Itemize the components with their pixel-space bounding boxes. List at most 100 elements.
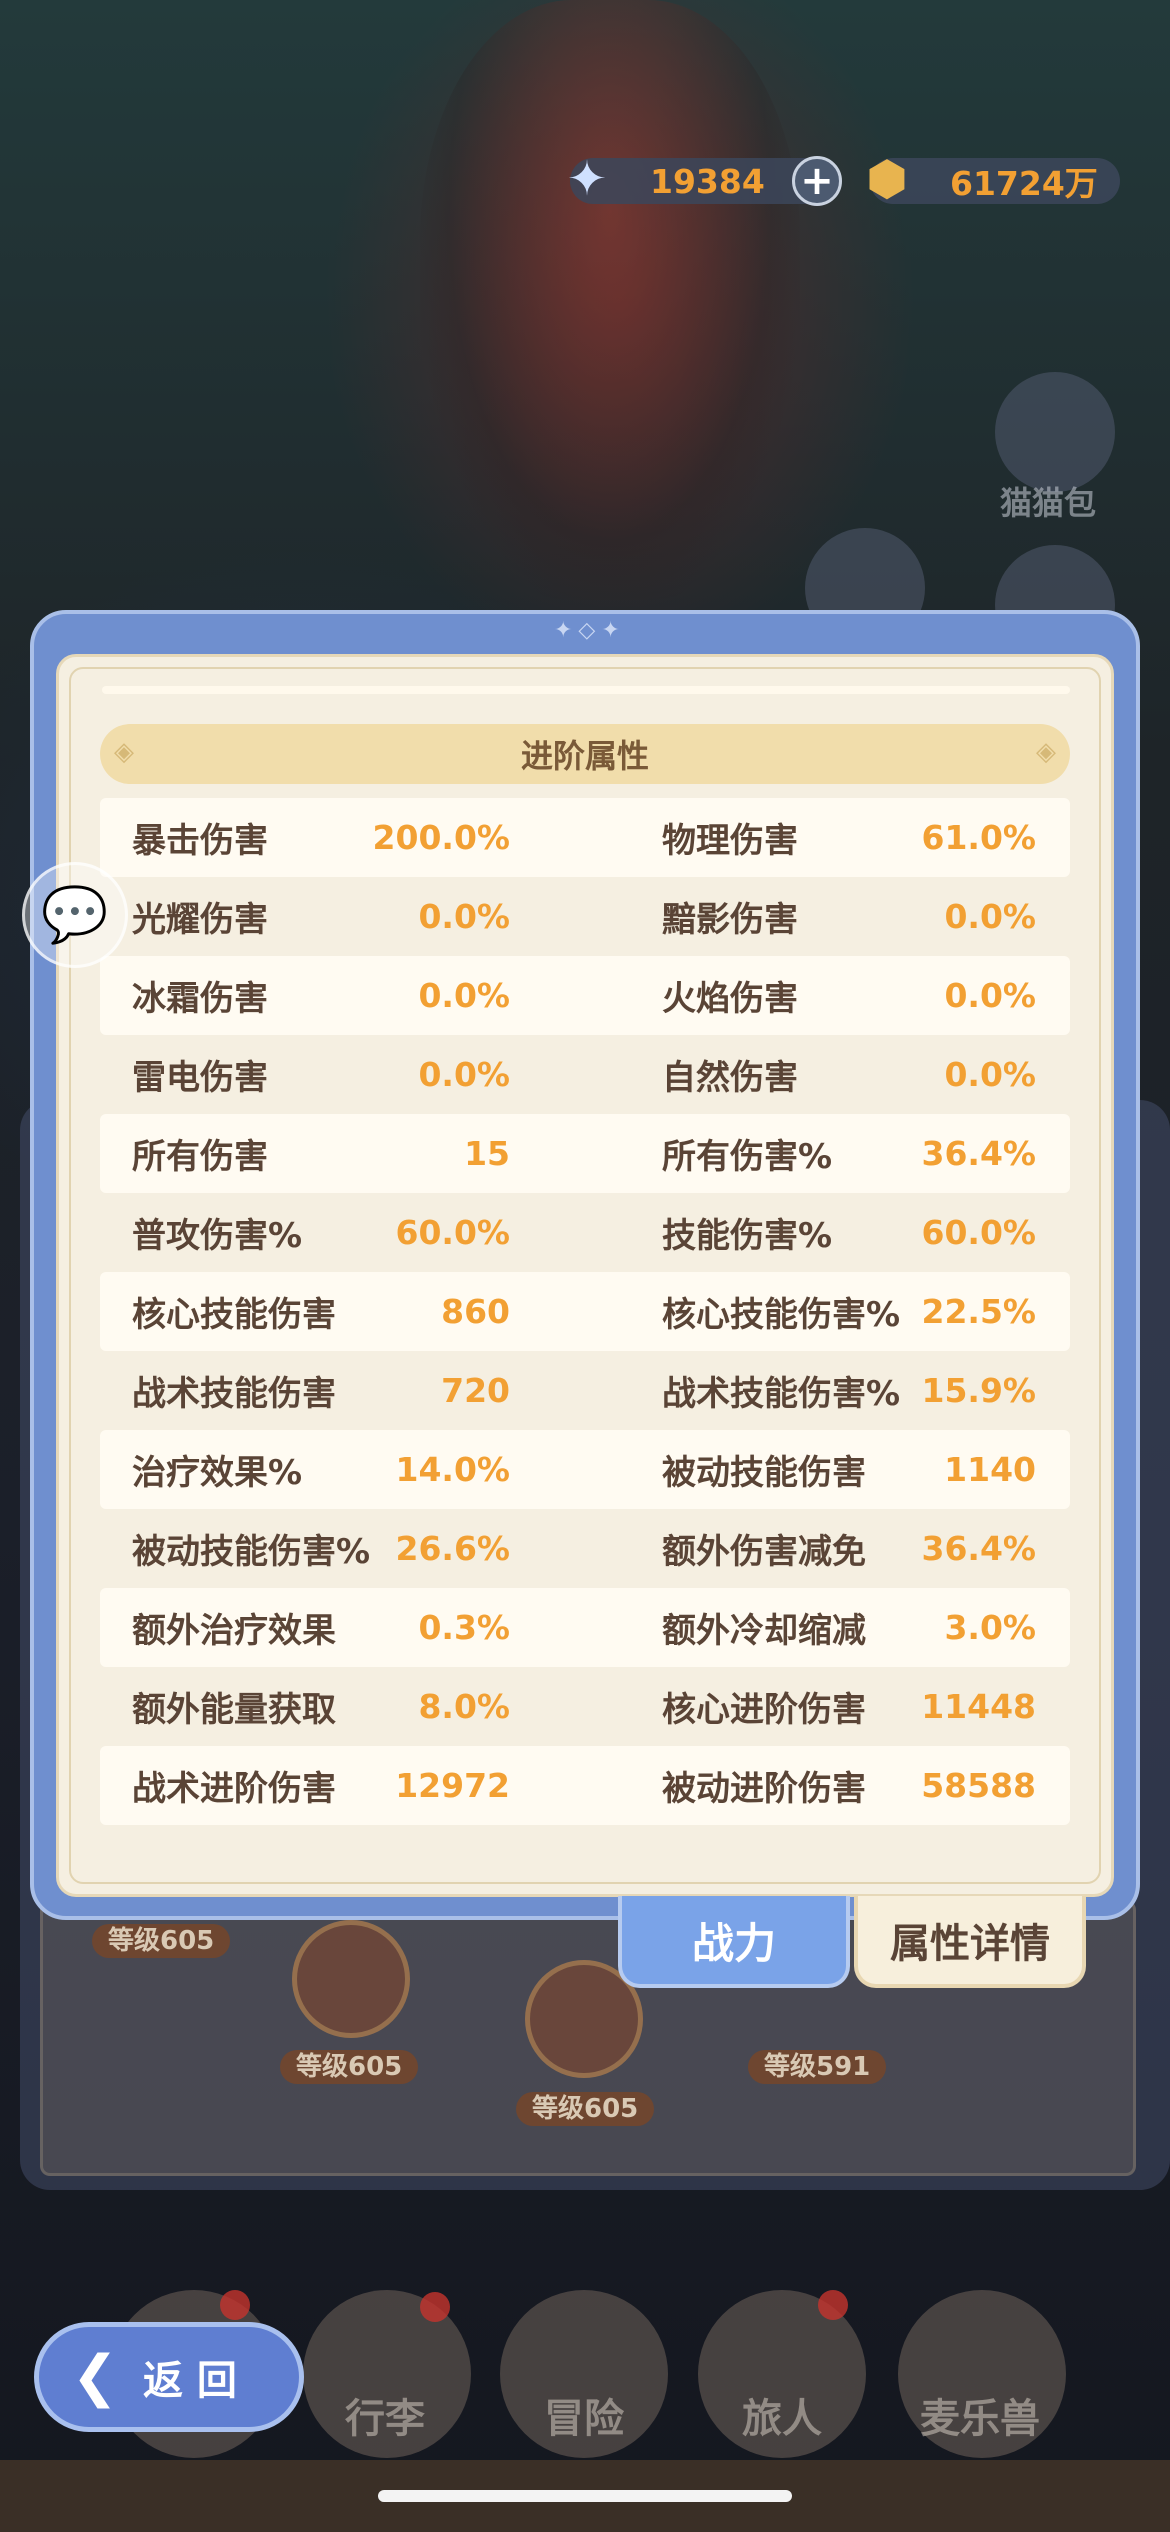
tab-power-label: 战力 [691, 1918, 776, 1968]
stat-label: 黯影伤害 [662, 900, 798, 940]
back-label: 返 回 [143, 2358, 237, 2404]
stat-value: 0.0% [418, 976, 510, 1015]
skill-orb[interactable] [292, 1920, 410, 2038]
character-sprite [420, 0, 800, 600]
stat-row: 暴击伤害 200.0% 物理伤害 61.0% [100, 798, 1070, 877]
stat-value: 200.0% [372, 818, 510, 857]
back-arrow-icon: ❮ [71, 2344, 119, 2409]
gold-coin-icon: ⬢ [866, 151, 908, 207]
stat-row: 额外治疗效果 0.3% 额外冷却缩减 3.0% [100, 1588, 1070, 1667]
gem-counter: ✦ 19384 + [567, 151, 842, 207]
stat-row: 战术进阶伤害 12972 被动进阶伤害 58588 [100, 1746, 1070, 1825]
stat-label: 被动技能伤害 [662, 1453, 866, 1493]
stat-value: 14.0% [395, 1450, 511, 1489]
stat-row: 治疗效果% 14.0% 被动技能伤害 1140 [100, 1430, 1070, 1509]
stat-label: 核心技能伤害% [662, 1295, 901, 1335]
stat-row: 雷电伤害 0.0% 自然伤害 0.0% [100, 1035, 1070, 1114]
stat-row: 所有伤害 15 所有伤害% 36.4% [100, 1114, 1070, 1193]
ornament-icon: ✦◇✦ [554, 618, 626, 643]
stat-value: 60.0% [921, 1213, 1037, 1252]
stat-label: 战术技能伤害 [132, 1374, 336, 1414]
nav-label-adventure: 冒险 [544, 2396, 624, 2442]
stat-value: 1140 [944, 1450, 1036, 1489]
back-button[interactable]: ❮ 返 回 [34, 2322, 304, 2432]
tab-power[interactable]: 战力 [618, 1896, 850, 1988]
gem-icon: ✦ [566, 151, 608, 207]
stat-label: 技能伤害% [662, 1216, 833, 1256]
diamond-icon: ◈ [114, 737, 134, 767]
stat-value: 58588 [921, 1766, 1036, 1805]
stat-value: 0.0% [418, 897, 510, 936]
level-badge: 等级605 [92, 1924, 231, 1958]
stat-value: 15.9% [921, 1371, 1037, 1410]
stat-label: 治疗效果% [132, 1453, 303, 1493]
nav-label-luggage: 行李 [345, 2396, 425, 2442]
stat-value: 0.0% [418, 1055, 510, 1094]
stat-label: 战术进阶伤害 [132, 1769, 336, 1809]
nav-label-traveler: 旅人 [742, 2396, 822, 2442]
stat-value: 0.3% [418, 1608, 510, 1647]
stat-value: 61.0% [921, 818, 1037, 857]
stat-value: 11448 [921, 1687, 1036, 1726]
stat-label: 雷电伤害 [132, 1058, 268, 1098]
stat-row: 核心技能伤害 860 核心技能伤害% 22.5% [100, 1272, 1070, 1351]
stat-label: 被动技能伤害% [132, 1532, 371, 1572]
advanced-stats-table: 暴击伤害 200.0% 物理伤害 61.0% 光耀伤害 0.0% 黯影伤害 0.0% 冰霜伤害 0… [100, 798, 1070, 1825]
stat-label: 火焰伤害 [662, 979, 798, 1019]
stat-value: 60.0% [395, 1213, 511, 1252]
stat-row: 战术技能伤害 720 战术技能伤害% 15.9% [100, 1351, 1070, 1430]
gold-counter: ⬢ 61724万 [866, 151, 1120, 207]
stat-label: 战术技能伤害% [662, 1374, 901, 1414]
stat-value: 8.0% [418, 1687, 510, 1726]
cat-bag-button[interactable] [995, 372, 1115, 492]
stat-value: 720 [441, 1371, 510, 1410]
notification-dot [818, 2290, 848, 2320]
stat-row: 普攻伤害% 60.0% 技能伤害% 60.0% [100, 1193, 1070, 1272]
stat-label: 额外能量获取 [132, 1690, 336, 1730]
section-title: 进阶属性 [520, 737, 649, 775]
stat-row: 冰霜伤害 0.0% 火焰伤害 0.0% [100, 956, 1070, 1035]
cat-bag-label: 猫猫包 [1000, 484, 1097, 522]
stat-value: 0.0% [944, 1055, 1036, 1094]
stat-value: 36.4% [921, 1529, 1037, 1568]
stat-label: 自然伤害 [662, 1058, 798, 1098]
stat-value: 860 [441, 1292, 510, 1331]
chat-button[interactable]: 💬 [22, 862, 128, 968]
tab-attr-detail-label: 属性详情 [890, 1921, 1050, 1967]
stat-value: 0.0% [944, 976, 1036, 1015]
stat-row: 被动技能伤害% 26.6% 额外伤害减免 36.4% [100, 1509, 1070, 1588]
stat-label: 光耀伤害 [132, 900, 268, 940]
chat-bubble-icon: 💬 [41, 883, 109, 946]
divider [102, 686, 1070, 694]
level-badge: 等级605 [280, 2050, 419, 2084]
section-header: ◈ 进阶属性 ◈ [100, 724, 1070, 784]
tab-attr-detail[interactable]: 属性详情 [854, 1896, 1086, 1988]
level-badge: 等级591 [748, 2050, 887, 2084]
stat-label: 核心技能伤害 [132, 1295, 336, 1335]
stat-value: 22.5% [921, 1292, 1037, 1331]
stat-row: 额外能量获取 8.0% 核心进阶伤害 11448 [100, 1667, 1070, 1746]
diamond-icon: ◈ [1036, 737, 1056, 767]
level-badge: 等级605 [516, 2092, 655, 2126]
stat-label: 所有伤害% [662, 1137, 833, 1177]
gold-value: 61724万 [950, 164, 1098, 203]
stat-label: 物理伤害 [662, 821, 798, 861]
stat-row: 光耀伤害 0.0% 黯影伤害 0.0% [100, 877, 1070, 956]
stat-value: 26.6% [395, 1529, 511, 1568]
stat-label: 暴击伤害 [132, 821, 268, 861]
stat-label: 额外伤害减免 [662, 1532, 866, 1572]
home-indicator[interactable] [378, 2490, 792, 2502]
notification-dot [420, 2292, 450, 2322]
stat-value: 0.0% [944, 897, 1036, 936]
stat-label: 额外冷却缩减 [662, 1611, 866, 1651]
stat-label: 核心进阶伤害 [662, 1690, 866, 1730]
stat-label: 普攻伤害% [132, 1216, 303, 1256]
stat-label: 所有伤害 [132, 1137, 268, 1177]
stat-value: 15 [464, 1134, 510, 1173]
nav-label-mailer-beast: 麦乐兽 [920, 2396, 1040, 2442]
stat-value: 36.4% [921, 1134, 1037, 1173]
notification-dot [220, 2290, 250, 2320]
stat-value: 3.0% [944, 1608, 1036, 1647]
stat-label: 额外治疗效果 [132, 1611, 336, 1651]
add-gem-button[interactable]: + [792, 156, 842, 206]
